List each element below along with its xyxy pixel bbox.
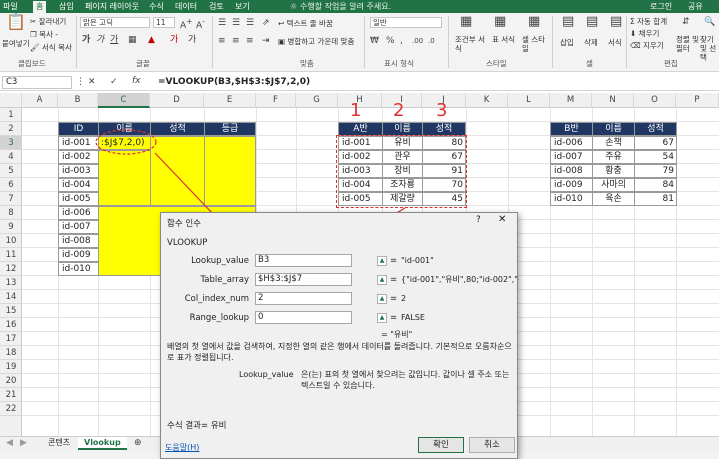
- arg-label: Lookup_value: [191, 256, 249, 266]
- collapse-dialog-icon[interactable]: ▲: [377, 294, 387, 304]
- table-array-input[interactable]: $H$3:$J$7: [255, 273, 352, 286]
- formula-result-value: 유비: [210, 421, 227, 431]
- function-arguments-dialog: 함수 인수 ? ✕ VLOOKUP Lookup_value B3 ▲ = "i…: [160, 212, 519, 459]
- help-icon[interactable]: ?: [476, 215, 481, 225]
- collapse-dialog-icon[interactable]: ▲: [377, 275, 387, 285]
- equals-sign: =: [390, 313, 398, 323]
- total-result: = "유비": [381, 330, 413, 339]
- arg-help-text: 은(는) 표의 첫 열에서 찾으려는 값입니다. 값이나 셀 주소 또는 텍스트…: [301, 370, 510, 390]
- formula-result-label: 수식 결과=: [167, 421, 209, 431]
- arg-label: Range_lookup: [189, 313, 249, 323]
- collapse-dialog-icon[interactable]: ▲: [377, 313, 387, 323]
- arg-help-name: Lookup_value: [239, 370, 294, 379]
- dialog-title: 함수 인수: [167, 219, 201, 229]
- close-icon[interactable]: ✕: [498, 214, 506, 225]
- collapse-dialog-icon[interactable]: ▲: [377, 256, 387, 266]
- arg-result: {"id-001","유비",80;"id-002","관우",...: [401, 275, 519, 284]
- arg-label: Table_array: [200, 275, 249, 285]
- equals-sign: =: [390, 294, 398, 304]
- arg-result: "id-001": [401, 256, 434, 265]
- cancel-button[interactable]: 취소: [469, 437, 515, 453]
- arg-result: FALSE: [401, 313, 425, 322]
- function-name: VLOOKUP: [167, 238, 208, 248]
- range-lookup-input[interactable]: 0: [255, 311, 352, 324]
- arg-result: 2: [401, 294, 407, 303]
- excel-window: 파일 홈 삽입 페이지 레이아웃 수식 데이터 검토 보기 ☼ 수행할 작업을 …: [0, 0, 719, 459]
- equals-sign: =: [390, 256, 398, 266]
- help-link[interactable]: 도움말(H): [165, 442, 199, 453]
- ok-button[interactable]: 확인: [418, 437, 464, 453]
- arg-label: Col_index_num: [184, 294, 249, 304]
- lookup-value-input[interactable]: B3: [255, 254, 352, 267]
- col-index-num-input[interactable]: 2: [255, 292, 352, 305]
- formula-result: 수식 결과= 유비: [167, 419, 226, 431]
- equals-sign: =: [390, 275, 398, 285]
- function-description: 배열의 첫 열에서 값을 검색하여, 지정한 열의 같은 행에서 데이터를 돌려…: [167, 342, 512, 362]
